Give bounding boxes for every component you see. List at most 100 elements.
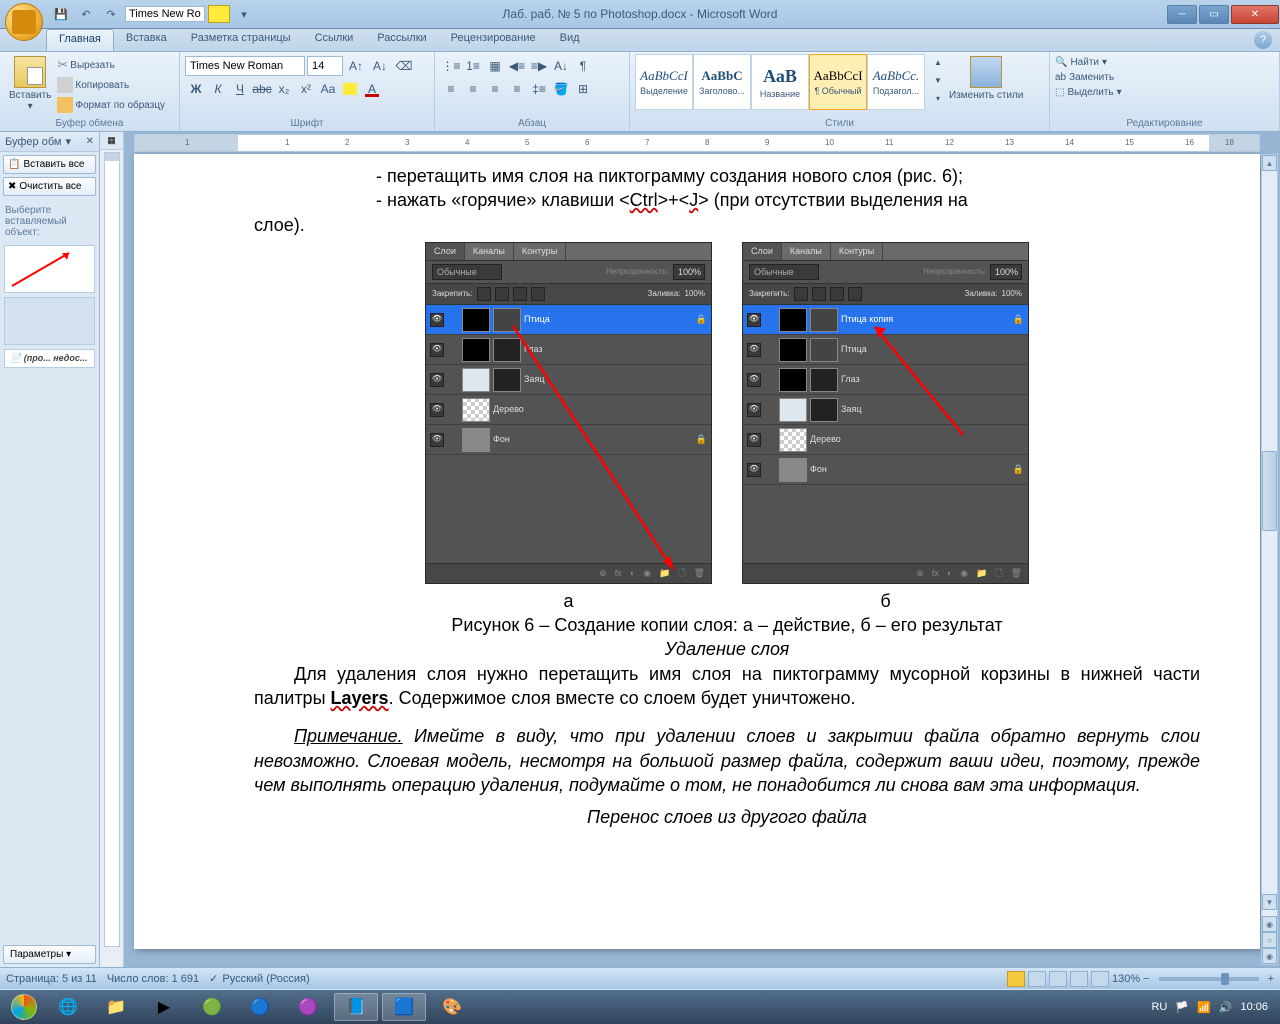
close-button[interactable]: ✕ bbox=[1231, 5, 1279, 24]
shrink-font-icon[interactable]: A↓ bbox=[369, 56, 391, 76]
status-page[interactable]: Страница: 5 из 11 bbox=[6, 973, 97, 985]
strike-button[interactable]: abc bbox=[251, 79, 273, 99]
view-web-layout[interactable] bbox=[1049, 971, 1067, 987]
style-normal[interactable]: AaBbCcI¶ Обычный bbox=[809, 54, 867, 110]
task-ie[interactable]: 🌐 bbox=[46, 993, 90, 1021]
shading-button[interactable]: 🪣 bbox=[550, 79, 572, 99]
indent-inc-button[interactable]: ≡▶ bbox=[528, 56, 550, 76]
status-language[interactable]: ✓Русский (Россия) bbox=[209, 972, 310, 985]
clipboard-params-button[interactable]: Параметры ▾ bbox=[3, 945, 96, 964]
paste-button[interactable]: Вставить▾ bbox=[5, 54, 55, 114]
change-case-button[interactable]: Aa bbox=[317, 79, 339, 99]
task-app2[interactable]: 🔵 bbox=[238, 993, 282, 1021]
view-outline[interactable] bbox=[1070, 971, 1088, 987]
clear-all-button[interactable]: ✖Очистить все bbox=[3, 177, 96, 196]
clipboard-item[interactable] bbox=[4, 297, 95, 345]
scroll-up-icon[interactable]: ▲ bbox=[1262, 155, 1277, 171]
cut-button[interactable]: ✂Вырезать bbox=[57, 56, 165, 74]
font-color-button[interactable]: A bbox=[361, 79, 383, 99]
help-icon[interactable]: ? bbox=[1254, 31, 1272, 49]
tab-references[interactable]: Ссылки bbox=[303, 29, 366, 51]
office-button[interactable] bbox=[5, 3, 43, 41]
zoom-out-icon[interactable]: − bbox=[1143, 973, 1149, 985]
select-button[interactable]: ⬚Выделить ▾ bbox=[1055, 86, 1122, 99]
underline-button[interactable]: Ч bbox=[229, 79, 251, 99]
style-subtitle[interactable]: AaBbCc.Подзагол... bbox=[867, 54, 925, 110]
tray-flag-icon[interactable]: 🏳️ bbox=[1175, 1001, 1189, 1014]
tab-layout[interactable]: Разметка страницы bbox=[179, 29, 303, 51]
font-size-combo[interactable] bbox=[307, 56, 343, 76]
view-draft[interactable] bbox=[1091, 971, 1109, 987]
prev-page-icon[interactable]: ◉ bbox=[1262, 916, 1277, 932]
next-page-icon[interactable]: ◉ bbox=[1262, 948, 1277, 964]
qat-dropdown-icon[interactable]: ▾ bbox=[233, 3, 255, 25]
tab-view[interactable]: Вид bbox=[548, 29, 592, 51]
qat-redo-icon[interactable]: ↷ bbox=[100, 3, 122, 25]
copy-button[interactable]: Копировать bbox=[57, 76, 165, 94]
horizontal-ruler[interactable]: 1123 4567 891011 12131415 1618 bbox=[134, 134, 1260, 152]
document-page[interactable]: перетащить имя слоя на пиктограмму созда… bbox=[134, 154, 1260, 949]
start-button[interactable] bbox=[4, 992, 44, 1022]
ruler-corner[interactable]: ▦ bbox=[100, 132, 123, 150]
style-heading[interactable]: AaBbCЗаголово... bbox=[693, 54, 751, 110]
task-word[interactable]: 📘 bbox=[334, 993, 378, 1021]
subscript-button[interactable]: x₂ bbox=[273, 79, 295, 99]
bullets-button[interactable]: ⋮≡ bbox=[440, 56, 462, 76]
maximize-button[interactable]: ▭ bbox=[1199, 5, 1229, 24]
clipboard-item[interactable]: 📄 (про... недос... bbox=[4, 349, 95, 368]
superscript-button[interactable]: x² bbox=[295, 79, 317, 99]
qat-save-icon[interactable]: 💾 bbox=[50, 3, 72, 25]
qat-undo-icon[interactable]: ↶ bbox=[75, 3, 97, 25]
tab-review[interactable]: Рецензирование bbox=[439, 29, 548, 51]
browse-object-icon[interactable]: ○ bbox=[1262, 932, 1277, 948]
font-name-combo[interactable] bbox=[185, 56, 305, 76]
vertical-scrollbar[interactable]: ▲ ▼ ◉ ○ ◉ bbox=[1261, 154, 1278, 965]
multilevel-button[interactable]: ▦ bbox=[484, 56, 506, 76]
tray-volume-icon[interactable]: 🔊 bbox=[1219, 1001, 1233, 1014]
show-marks-button[interactable]: ¶ bbox=[572, 56, 594, 76]
clipboard-item[interactable] bbox=[4, 245, 95, 293]
view-full-screen[interactable] bbox=[1028, 971, 1046, 987]
task-paint[interactable]: 🎨 bbox=[430, 993, 474, 1021]
clipboard-pane-close-icon[interactable]: ✕ bbox=[86, 136, 94, 147]
paste-all-button[interactable]: 📋Вставить все bbox=[3, 155, 96, 174]
task-app[interactable]: 🟢 bbox=[190, 993, 234, 1021]
replace-button[interactable]: abЗаменить bbox=[1055, 71, 1114, 84]
align-right-button[interactable]: ≡ bbox=[484, 79, 506, 99]
vertical-ruler[interactable] bbox=[104, 152, 120, 947]
tab-home[interactable]: Главная bbox=[46, 29, 114, 51]
grow-font-icon[interactable]: A↑ bbox=[345, 56, 367, 76]
change-styles-button[interactable]: Изменить стили bbox=[945, 54, 1027, 103]
task-app3[interactable]: 🟣 bbox=[286, 993, 330, 1021]
numbering-button[interactable]: 1≡ bbox=[462, 56, 484, 76]
zoom-in-icon[interactable]: + bbox=[1268, 973, 1274, 985]
bold-button[interactable]: Ж bbox=[185, 79, 207, 99]
zoom-level[interactable]: 130% bbox=[1112, 973, 1140, 985]
style-emphasis[interactable]: AaBbCcIВыделение bbox=[635, 54, 693, 110]
tab-insert[interactable]: Вставка bbox=[114, 29, 179, 51]
minimize-button[interactable]: ─ bbox=[1167, 5, 1197, 24]
highlight-button[interactable] bbox=[339, 79, 361, 99]
tab-mailings[interactable]: Рассылки bbox=[365, 29, 438, 51]
line-spacing-button[interactable]: ‡≡ bbox=[528, 79, 550, 99]
zoom-slider[interactable] bbox=[1159, 977, 1259, 981]
align-left-button[interactable]: ≡ bbox=[440, 79, 462, 99]
find-button[interactable]: 🔍Найти ▾ bbox=[1055, 56, 1107, 69]
tray-clock[interactable]: 10:06 bbox=[1240, 1001, 1268, 1013]
borders-button[interactable]: ⊞ bbox=[572, 79, 594, 99]
view-print-layout[interactable] bbox=[1007, 971, 1025, 987]
format-painter-button[interactable]: Формат по образцу bbox=[57, 96, 165, 114]
scroll-down-icon[interactable]: ▼ bbox=[1262, 894, 1277, 910]
italic-button[interactable]: К bbox=[207, 79, 229, 99]
clear-format-icon[interactable]: ⌫ bbox=[393, 56, 415, 76]
task-explorer[interactable]: 📁 bbox=[94, 993, 138, 1021]
indent-dec-button[interactable]: ◀≡ bbox=[506, 56, 528, 76]
task-photoshop[interactable]: 🟦 bbox=[382, 993, 426, 1021]
sort-button[interactable]: A↓ bbox=[550, 56, 572, 76]
style-title[interactable]: АаВНазвание bbox=[751, 54, 809, 110]
qat-highlight-icon[interactable] bbox=[208, 5, 230, 23]
scrollbar-thumb[interactable] bbox=[1262, 451, 1277, 531]
status-words[interactable]: Число слов: 1 691 bbox=[107, 973, 199, 985]
tray-lang[interactable]: RU bbox=[1151, 1001, 1167, 1013]
qat-font-box[interactable] bbox=[125, 6, 205, 22]
